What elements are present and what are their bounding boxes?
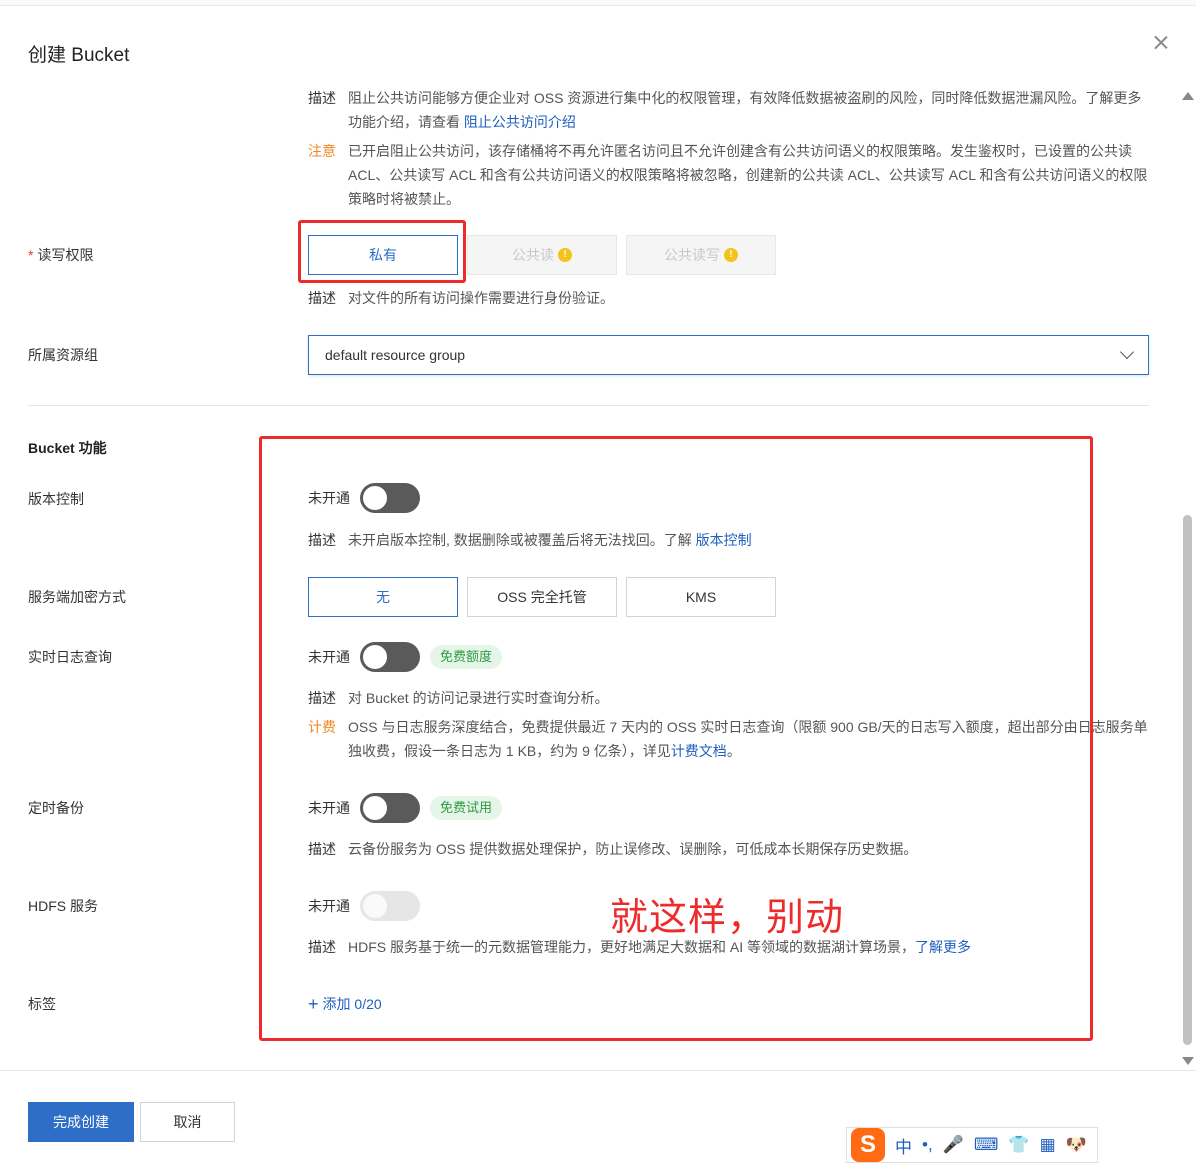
resource-group-select[interactable]: default resource group (308, 335, 1149, 375)
annotation-box-features (259, 436, 1093, 1041)
note-text: 已开启阻止公共访问，该存储桶将不再允许匿名访问且不允许创建含有公共访问语义的权限… (348, 143, 1148, 207)
warning-icon: ! (558, 248, 572, 262)
warning-icon: ! (724, 248, 738, 262)
mascot-icon[interactable]: 🐶 (1066, 1135, 1087, 1155)
ime-language-toggle[interactable]: 中 (895, 1133, 912, 1158)
scroll-up-arrow-icon[interactable] (1182, 92, 1194, 100)
realtime-log-label: 实时日志查询 (28, 649, 112, 665)
tags-label: 标签 (28, 996, 56, 1012)
public-access-desc: 描述 阻止公共访问能够方便企业对 OSS 资源进行集中化的权限管理，有效降低数据… (308, 86, 1153, 134)
annotation-text: 就这样，别动 (610, 895, 845, 939)
keyboard-icon[interactable]: ⌨ (974, 1135, 999, 1155)
versioning-label: 版本控制 (28, 491, 84, 507)
resource-group-label: 所属资源组 (28, 347, 98, 363)
footer-divider (0, 1070, 1196, 1071)
ime-punctuation-toggle[interactable]: •, (922, 1135, 933, 1155)
resource-group-value: default resource group (325, 347, 466, 363)
acl-desc: 描述 对文件的所有访问操作需要进行身份验证。 (308, 290, 614, 306)
chevron-down-icon (1119, 344, 1135, 360)
annotation-box-acl (298, 220, 466, 283)
dialog-title: 创建 Bucket (28, 45, 130, 66)
public-access-note: 注意 已开启阻止公共访问，该存储桶将不再允许匿名访问且不允许创建含有公共访问语义… (308, 139, 1153, 211)
scroll-down-arrow-icon[interactable] (1182, 1057, 1194, 1065)
section-title-features: Bucket 功能 (28, 440, 107, 456)
acl-option-public-read-write[interactable]: 公共读写! (626, 235, 776, 275)
backup-label: 定时备份 (28, 800, 84, 816)
scrollbar-thumb[interactable] (1183, 515, 1192, 1045)
skin-icon[interactable]: 👕 (1008, 1135, 1029, 1155)
hdfs-label: HDFS 服务 (28, 898, 98, 914)
microphone-icon[interactable]: 🎤 (943, 1135, 964, 1155)
sogou-logo-icon[interactable]: S (851, 1128, 885, 1162)
note-key: 注意 (308, 143, 336, 159)
divider (28, 405, 1149, 406)
encryption-label: 服务端加密方式 (28, 589, 126, 605)
close-icon[interactable] (1150, 32, 1172, 54)
ime-toolbar: S 中 •, 🎤 ⌨ 👕 ▦ 🐶 (846, 1127, 1098, 1163)
top-border (0, 0, 1196, 6)
public-access-link[interactable]: 阻止公共访问介绍 (464, 114, 576, 130)
create-button[interactable]: 完成创建 (28, 1102, 134, 1142)
acl-option-public-read[interactable]: 公共读! (467, 235, 617, 275)
desc-key: 描述 (308, 90, 336, 106)
cancel-button[interactable]: 取消 (140, 1102, 235, 1142)
apps-grid-icon[interactable]: ▦ (1040, 1135, 1056, 1155)
acl-label: * 读写权限 (28, 247, 94, 263)
